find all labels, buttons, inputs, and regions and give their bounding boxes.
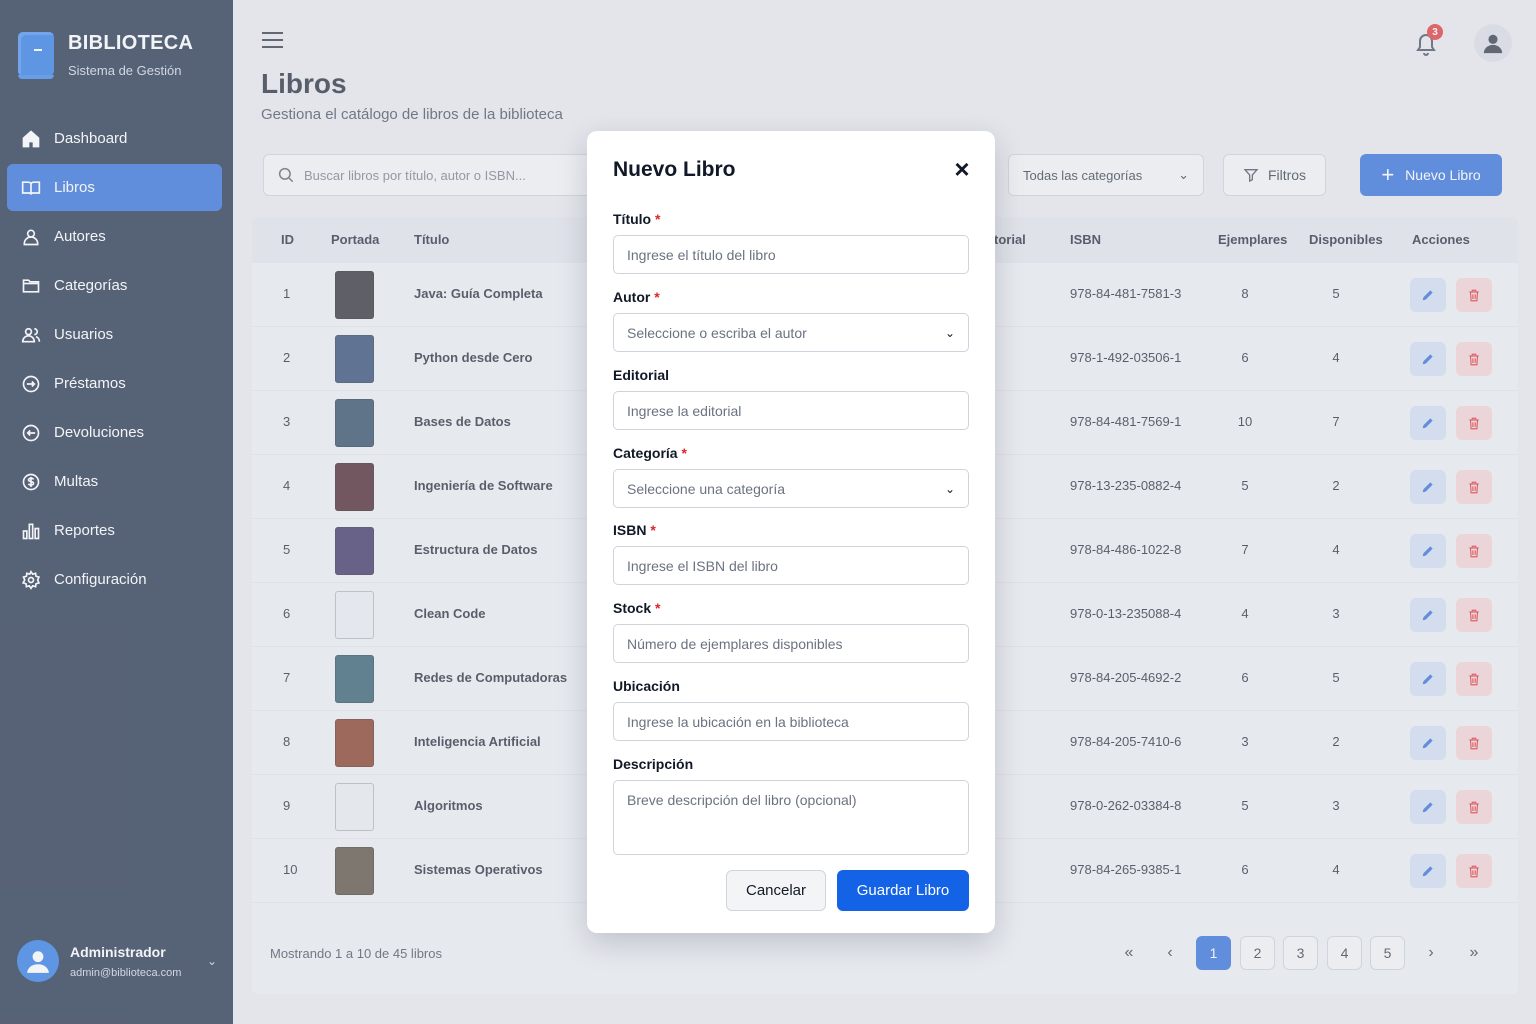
isbn-label: ISBN * [613,522,656,538]
save-button[interactable]: Guardar Libro [837,870,969,911]
description-field[interactable]: Breve descripción del libro (opcional) [613,780,969,855]
location-field[interactable]: Ingrese la ubicación en la biblioteca [613,702,969,741]
chevron-down-icon: ⌄ [944,481,955,496]
title-field[interactable]: Ingrese el título del libro [613,235,969,274]
category-label: Categoría * [613,445,687,461]
editorial-field[interactable]: Ingrese la editorial [613,391,969,430]
close-icon[interactable]: × [951,156,973,182]
new-book-modal: Nuevo Libro × Título * Ingrese el título… [587,131,995,933]
cancel-button[interactable]: Cancelar [726,870,826,911]
stock-field[interactable]: Número de ejemplares disponibles [613,624,969,663]
author-label: Autor * [613,289,660,305]
location-label: Ubicación [613,678,680,694]
category-field[interactable]: Seleccione una categoría ⌄ [613,469,969,508]
editorial-label: Editorial [613,367,670,383]
chevron-down-icon: ⌄ [944,325,955,340]
stock-label: Stock * [613,600,661,616]
isbn-field[interactable]: Ingrese el ISBN del libro [613,546,969,585]
author-select[interactable]: Seleccione o escriba el autor ⌄ [613,313,969,352]
modal-title: Nuevo Libro [613,158,736,181]
description-label: Descripción [613,756,694,772]
title-label: Título * [613,211,661,227]
